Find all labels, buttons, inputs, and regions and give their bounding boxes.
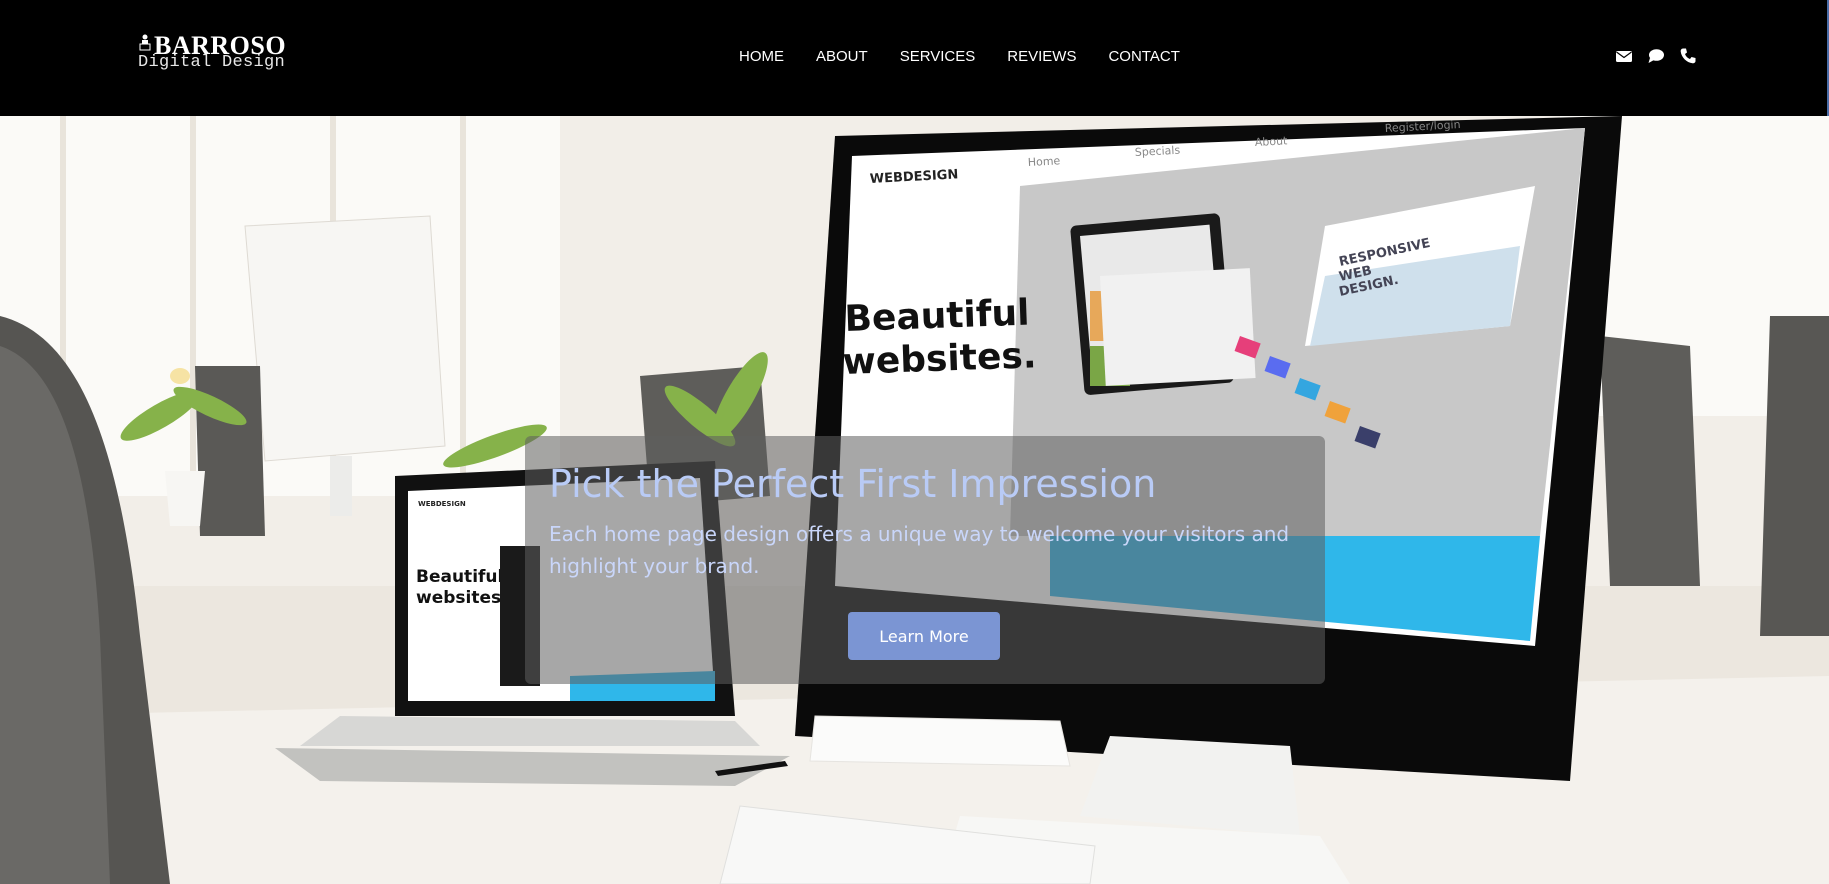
hero-title: Pick the Perfect First Impression — [549, 462, 1157, 506]
svg-text:WEBDESIGN: WEBDESIGN — [418, 500, 466, 508]
svg-text:websites.: websites. — [842, 335, 1037, 383]
nav-home[interactable]: HOME — [739, 47, 784, 67]
svg-text:Beautiful: Beautiful — [844, 293, 1030, 340]
svg-text:Home: Home — [1027, 154, 1060, 169]
svg-text:websites.: websites. — [416, 588, 508, 608]
contact-icons — [1615, 47, 1697, 65]
svg-text:Beautiful: Beautiful — [416, 567, 503, 587]
nav-reviews[interactable]: REVIEWS — [1007, 47, 1076, 67]
hero-subtitle: Each home page design offers a unique wa… — [549, 522, 1290, 578]
hero-overlay-card: Pick the Perfect First Impression Each h… — [525, 436, 1325, 684]
learn-more-button[interactable]: Learn More — [848, 612, 1000, 660]
chat-bubble-icon[interactable] — [1647, 47, 1665, 65]
logo-figure-icon — [139, 34, 151, 51]
nav-services[interactable]: SERVICES — [900, 47, 976, 67]
main-nav: HOME ABOUT SERVICES REVIEWS CONTACT — [739, 47, 1180, 67]
svg-text:Specials: Specials — [1134, 144, 1180, 159]
svg-text:About: About — [1254, 134, 1288, 149]
nav-about[interactable]: ABOUT — [816, 47, 868, 67]
site-header: BARROSO Digital Design HOME ABOUT SERVIC… — [0, 0, 1829, 116]
phone-icon[interactable] — [1679, 47, 1697, 65]
brand-subtitle: Digital Design — [138, 53, 286, 72]
hero-section: WEBDESIGN Home Specials About Register/l… — [0, 116, 1829, 884]
nav-contact[interactable]: CONTACT — [1108, 47, 1179, 67]
envelope-icon[interactable] — [1615, 47, 1633, 65]
